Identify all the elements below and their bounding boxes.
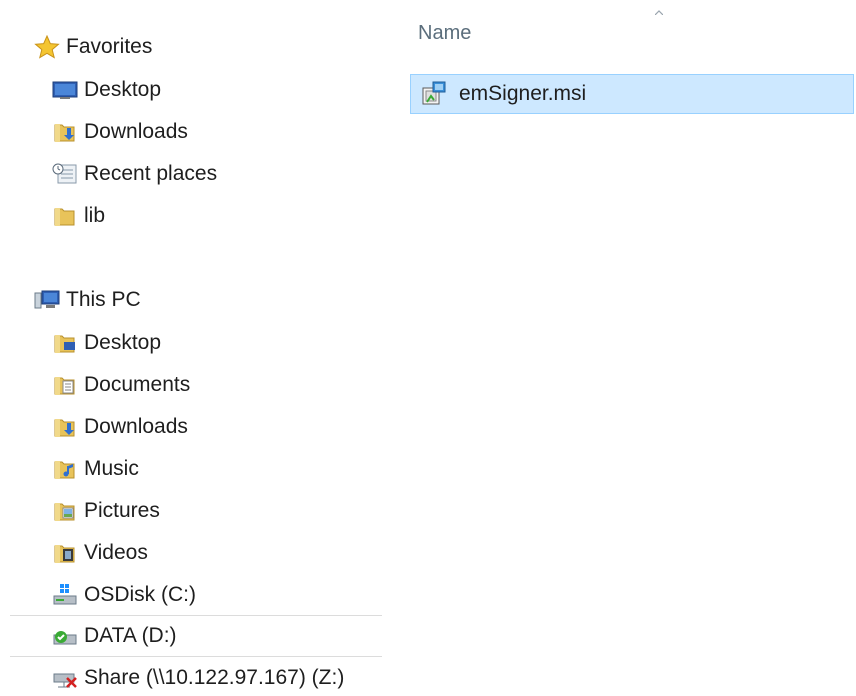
msi-installer-icon [421, 80, 449, 108]
nav-item-data-drive[interactable]: DATA (D:) [52, 619, 177, 653]
recent-places-icon [52, 162, 78, 186]
nav-favorites-label: Favorites [66, 35, 153, 58]
nav-item-osdisk[interactable]: OSDisk (C:) [52, 578, 196, 612]
disconnected-network-drive-icon [52, 666, 78, 690]
nav-item-label: Recent places [84, 162, 218, 185]
system-drive-icon [52, 583, 78, 607]
desktop-folder-icon [52, 331, 78, 355]
nav-item-label: Downloads [84, 415, 188, 438]
nav-item-label: Music [84, 457, 139, 480]
nav-item-favorites-desktop[interactable]: Desktop [52, 73, 161, 107]
folder-icon [52, 204, 78, 228]
nav-item-pc-downloads[interactable]: Downloads [52, 410, 188, 444]
nav-item-label: Videos [84, 541, 148, 564]
nav-item-music[interactable]: Music [52, 452, 139, 486]
file-list-pane: Name emSigner.msi [400, 0, 856, 696]
documents-folder-icon [52, 373, 78, 397]
divider [10, 615, 382, 616]
nav-item-videos[interactable]: Videos [52, 536, 148, 570]
nav-favorites[interactable]: Favorites [34, 30, 152, 64]
nav-item-label: Documents [84, 373, 191, 396]
nav-item-recent-places[interactable]: Recent places [52, 157, 217, 191]
nav-item-label: Desktop [84, 78, 162, 101]
desktop-icon [52, 78, 78, 102]
nav-item-pictures[interactable]: Pictures [52, 494, 160, 528]
column-header-name[interactable]: Name [418, 22, 471, 45]
nav-this-pc[interactable]: This PC [34, 283, 141, 317]
star-icon [34, 35, 60, 59]
sort-ascending-icon [655, 10, 663, 15]
nav-item-label: Desktop [84, 331, 162, 354]
drive-icon [52, 624, 78, 648]
nav-item-documents[interactable]: Documents [52, 368, 190, 402]
pictures-folder-icon [52, 499, 78, 523]
nav-this-pc-label: This PC [66, 288, 141, 311]
videos-folder-icon [52, 541, 78, 565]
divider [10, 656, 382, 657]
file-row[interactable]: emSigner.msi [410, 74, 854, 114]
music-folder-icon [52, 457, 78, 481]
nav-item-label: lib [84, 204, 106, 227]
nav-item-pc-desktop[interactable]: Desktop [52, 326, 161, 360]
file-name: emSigner.msi [459, 82, 587, 105]
nav-item-label: Pictures [84, 499, 160, 522]
nav-item-label: Share (\\10.122.97.167) (Z:) [84, 666, 345, 689]
nav-item-share-drive[interactable]: Share (\\10.122.97.167) (Z:) [52, 661, 344, 695]
nav-item-favorites-downloads[interactable]: Downloads [52, 115, 188, 149]
nav-item-label: DATA (D:) [84, 624, 177, 647]
computer-icon [34, 288, 60, 312]
downloads-folder-icon [52, 415, 78, 439]
nav-item-lib[interactable]: lib [52, 199, 105, 233]
nav-item-label: Downloads [84, 120, 188, 143]
downloads-folder-icon [52, 120, 78, 144]
navigation-pane: Favorites Desktop Downloads Recent place… [0, 0, 400, 696]
nav-item-label: OSDisk (C:) [84, 583, 196, 606]
